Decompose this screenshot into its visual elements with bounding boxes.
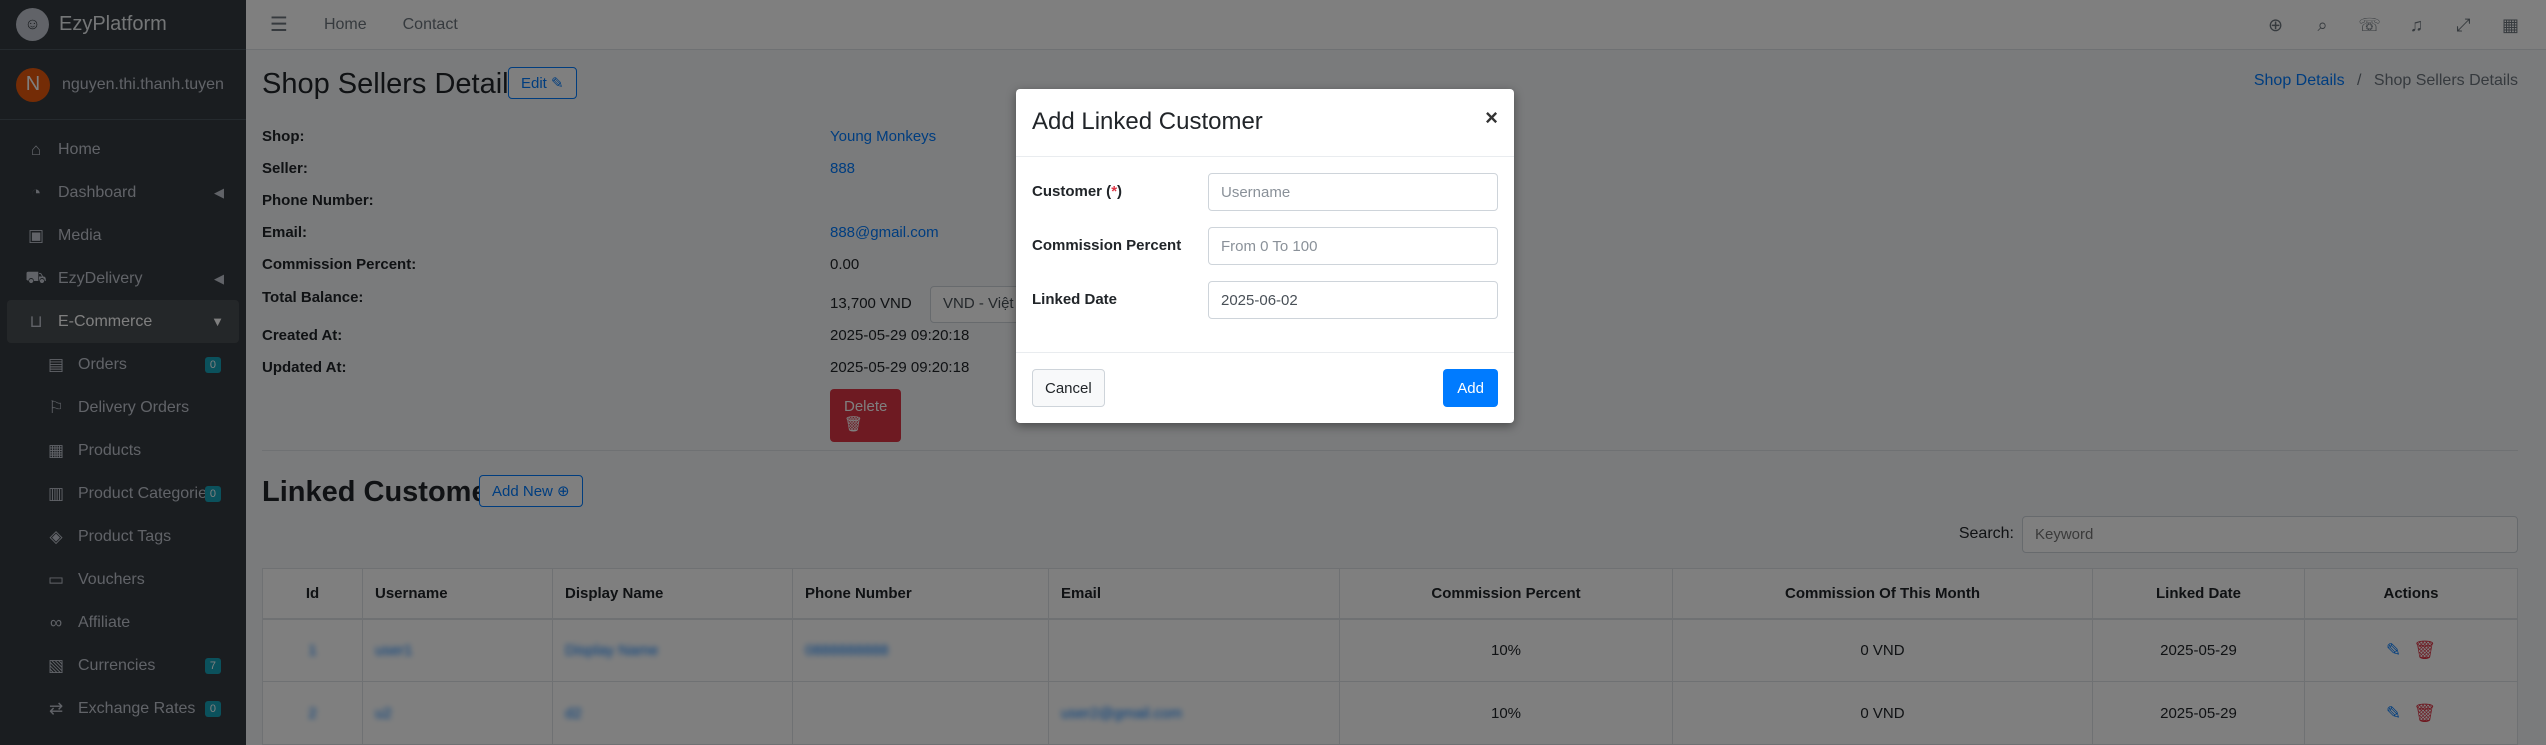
cancel-button[interactable]: Cancel [1032, 369, 1105, 407]
customer-row: Customer (*) [1032, 173, 1498, 211]
customer-label-text: Customer ( [1032, 183, 1112, 200]
linked-date-row: Linked Date [1032, 281, 1498, 319]
modal-header: Add Linked Customer × [1016, 89, 1514, 157]
modal-footer: Cancel Add [1016, 353, 1514, 423]
commission-row: Commission Percent [1032, 227, 1498, 265]
add-button[interactable]: Add [1443, 369, 1498, 407]
linked-date-label: Linked Date [1032, 291, 1118, 308]
close-icon[interactable]: × [1485, 105, 1498, 131]
modal-title: Add Linked Customer [1032, 108, 1263, 135]
commission-percent-label: Commission Percent [1032, 237, 1182, 254]
add-linked-customer-modal: Add Linked Customer × Customer (*) Commi… [1016, 89, 1514, 423]
linked-date-input[interactable] [1208, 281, 1498, 319]
customer-label: Customer (*) [1032, 183, 1122, 200]
customer-label-end: ) [1117, 183, 1123, 200]
customer-input[interactable] [1208, 173, 1498, 211]
modal-body: Customer (*) Commission Percent Linked D… [1016, 157, 1514, 353]
commission-percent-input[interactable] [1208, 227, 1498, 265]
